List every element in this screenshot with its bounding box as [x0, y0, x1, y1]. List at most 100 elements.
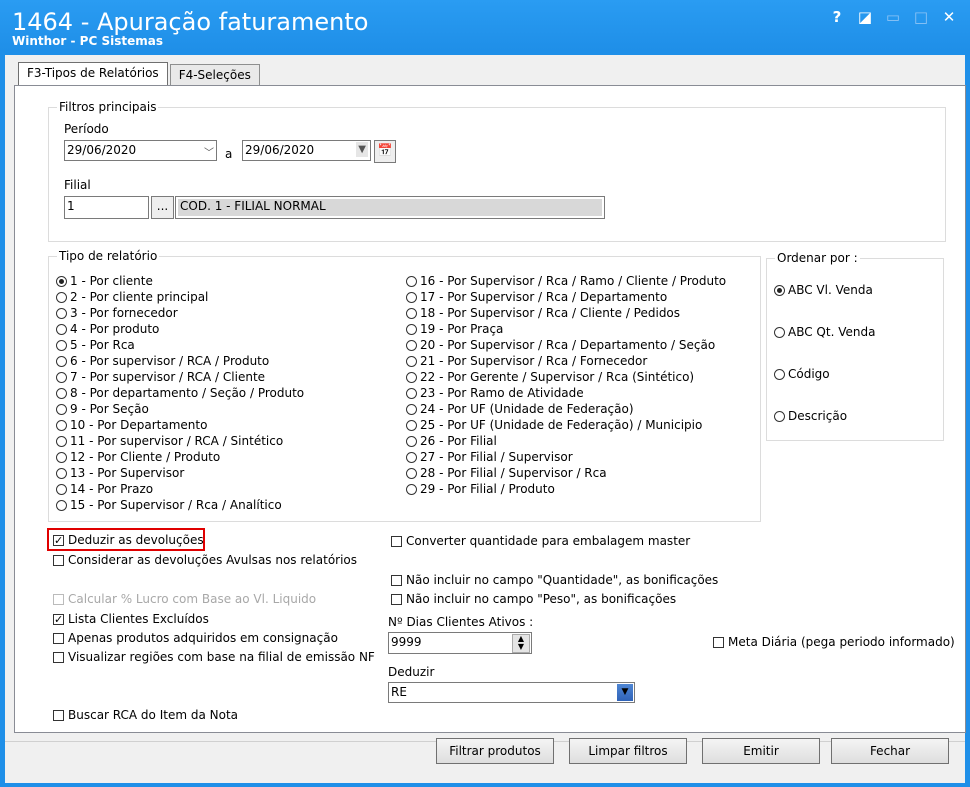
- nao-incluir-qtd-check[interactable]: Não incluir no campo "Quantidade", as bo…: [391, 572, 718, 588]
- help-icon[interactable]: ?: [828, 8, 846, 26]
- chevron-down-icon[interactable]: ﹀: [204, 144, 214, 159]
- radio-option[interactable]: 25 - Por UF (Unidade de Federação) / Mun…: [406, 417, 702, 433]
- calendar-icon[interactable]: 📅: [374, 140, 396, 163]
- radio-label: 15 - Por Supervisor / Rca / Analítico: [70, 498, 282, 512]
- radio-label: 23 - Por Ramo de Atividade: [420, 386, 584, 400]
- considerar-avulsas-check[interactable]: Considerar as devoluções Avulsas nos rel…: [53, 552, 357, 568]
- radio-icon: [56, 419, 67, 431]
- radio-option[interactable]: 20 - Por Supervisor / Rca / Departamento…: [406, 337, 715, 353]
- radio-label: 22 - Por Gerente / Supervisor / Rca (Sin…: [420, 370, 695, 384]
- checkbox-icon: [391, 535, 402, 547]
- radio-option[interactable]: 19 - Por Praça: [406, 321, 503, 337]
- converter-qtd-check[interactable]: Converter quantidade para embalagem mast…: [391, 533, 690, 549]
- radio-option[interactable]: 29 - Por Filial / Produto: [406, 481, 555, 497]
- emitir-button[interactable]: Emitir: [702, 738, 820, 764]
- meta-diaria-check[interactable]: Meta Diária (pega periodo informado): [713, 634, 955, 650]
- limpar-filtros-button[interactable]: Limpar filtros: [569, 738, 687, 764]
- radio-option[interactable]: 8 - Por departamento / Seção / Produto: [56, 385, 304, 401]
- radio-option[interactable]: 17 - Por Supervisor / Rca / Departamento: [406, 289, 667, 305]
- filtros-principais-group: Filtros principais: [48, 100, 946, 242]
- radio-icon: [774, 326, 785, 338]
- apenas-consignacao-check[interactable]: Apenas produtos adquiridos em consignaçã…: [53, 630, 338, 646]
- tab-tipos-relatorios[interactable]: F3-Tipos de Relatórios: [18, 62, 168, 85]
- radio-option[interactable]: Descrição: [774, 408, 847, 424]
- dias-clientes-input[interactable]: 9999 ▲ ▼: [388, 632, 532, 654]
- radio-option[interactable]: 2 - Por cliente principal: [56, 289, 208, 305]
- visualizar-regioes-check[interactable]: Visualizar regiões com base na filial de…: [53, 649, 375, 665]
- radio-icon: [56, 307, 67, 319]
- radio-label: 6 - Por supervisor / RCA / Produto: [70, 354, 270, 368]
- radio-option[interactable]: 3 - Por fornecedor: [56, 305, 178, 321]
- radio-option[interactable]: 16 - Por Supervisor / Rca / Ramo / Clien…: [406, 273, 726, 289]
- radio-option[interactable]: 18 - Por Supervisor / Rca / Cliente / Pe…: [406, 305, 680, 321]
- radio-label: 9 - Por Seção: [70, 402, 149, 416]
- radio-label: 7 - Por supervisor / RCA / Cliente: [70, 370, 266, 384]
- radio-option[interactable]: 24 - Por UF (Unidade de Federação): [406, 401, 634, 417]
- lista-clientes-label: Lista Clientes Excluídos: [68, 612, 209, 626]
- date-from-value: 29/06/2020: [67, 143, 137, 157]
- radio-label: 18 - Por Supervisor / Rca / Cliente / Pe…: [420, 306, 681, 320]
- radio-option[interactable]: 1 - Por cliente: [56, 273, 153, 289]
- radio-icon: [56, 291, 67, 303]
- radio-icon: [406, 451, 417, 463]
- radio-option[interactable]: 27 - Por Filial / Supervisor: [406, 449, 573, 465]
- radio-label: ABC Qt. Venda: [788, 325, 876, 339]
- radio-option[interactable]: 5 - Por Rca: [56, 337, 135, 353]
- radio-option[interactable]: 15 - Por Supervisor / Rca / Analítico: [56, 497, 282, 513]
- filtrar-produtos-button[interactable]: Filtrar produtos: [436, 738, 554, 764]
- checkbox-icon: [53, 651, 64, 663]
- deduzir-devolucoes-check[interactable]: ✓ Deduzir as devoluções: [53, 532, 204, 548]
- radio-option[interactable]: 11 - Por supervisor / RCA / Sintético: [56, 433, 283, 449]
- title-bar: 1464 - Apuração faturamento Winthor - PC…: [0, 0, 970, 50]
- radio-option[interactable]: 26 - Por Filial: [406, 433, 497, 449]
- dropdown-arrow-icon[interactable]: ▼: [617, 684, 633, 701]
- radio-label: 8 - Por departamento / Seção / Produto: [70, 386, 305, 400]
- visualizar-regioes-label: Visualizar regiões com base na filial de…: [68, 650, 375, 664]
- filtros-principais-title: Filtros principais: [57, 100, 159, 114]
- radio-option[interactable]: 12 - Por Cliente / Produto: [56, 449, 220, 465]
- radio-option[interactable]: ABC Qt. Venda: [774, 324, 875, 340]
- maximize-icon[interactable]: □: [912, 8, 930, 26]
- buscar-rca-check[interactable]: Buscar RCA do Item da Nota: [53, 707, 238, 723]
- radio-option[interactable]: 22 - Por Gerente / Supervisor / Rca (Sin…: [406, 369, 694, 385]
- radio-option[interactable]: 13 - Por Supervisor: [56, 465, 184, 481]
- radio-option[interactable]: 6 - Por supervisor / RCA / Produto: [56, 353, 269, 369]
- radio-option[interactable]: 9 - Por Seção: [56, 401, 149, 417]
- radio-icon: [774, 410, 785, 422]
- radio-label: 28 - Por Filial / Supervisor / Rca: [420, 466, 607, 480]
- radio-option[interactable]: 14 - Por Prazo: [56, 481, 153, 497]
- lista-clientes-check[interactable]: ✓ Lista Clientes Excluídos: [53, 611, 209, 627]
- radio-label: 29 - Por Filial / Produto: [420, 482, 555, 496]
- calcular-lucro-check: Calcular % Lucro com Base ao Vl. Liquido: [53, 591, 316, 607]
- filial-code-field[interactable]: 1: [64, 196, 149, 219]
- radio-option[interactable]: 4 - Por produto: [56, 321, 159, 337]
- filial-lookup-button[interactable]: ...: [151, 196, 174, 219]
- deduzir-select[interactable]: RE ▼: [388, 682, 635, 703]
- radio-option[interactable]: Código: [774, 366, 830, 382]
- close-icon[interactable]: ✕: [940, 8, 958, 26]
- window-subtitle: Winthor - PC Sistemas: [12, 34, 163, 48]
- fechar-button[interactable]: Fechar: [831, 738, 949, 764]
- radio-option[interactable]: 7 - Por supervisor / RCA / Cliente: [56, 369, 265, 385]
- restore-icon[interactable]: ◪: [856, 8, 874, 26]
- spinner-icon[interactable]: ▲ ▼: [512, 634, 530, 653]
- radio-icon: [56, 371, 67, 383]
- date-from-field[interactable]: 29/06/2020 ﹀: [64, 140, 217, 161]
- minimize-icon[interactable]: ▭: [884, 8, 902, 26]
- window-title: 1464 - Apuração faturamento: [12, 8, 369, 36]
- radio-icon: [406, 307, 417, 319]
- apenas-consignacao-label: Apenas produtos adquiridos em consignaçã…: [68, 631, 338, 645]
- radio-option[interactable]: 23 - Por Ramo de Atividade: [406, 385, 584, 401]
- date-to-field[interactable]: 29/06/2020 ▼: [242, 140, 371, 161]
- radio-option[interactable]: 21 - Por Supervisor / Rca / Fornecedor: [406, 353, 647, 369]
- filial-name-field: COD. 1 - FILIAL NORMAL: [175, 196, 605, 219]
- radio-selected-icon: [56, 275, 67, 287]
- radio-icon: [406, 291, 417, 303]
- radio-icon: [406, 323, 417, 335]
- radio-option[interactable]: 28 - Por Filial / Supervisor / Rca: [406, 465, 607, 481]
- radio-option[interactable]: 10 - Por Departamento: [56, 417, 207, 433]
- nao-incluir-peso-check[interactable]: Não incluir no campo "Peso", as bonifica…: [391, 591, 676, 607]
- radio-option[interactable]: ABC Vl. Venda: [774, 282, 873, 298]
- dropdown-arrow-icon[interactable]: ▼: [356, 142, 368, 157]
- tab-selecoes[interactable]: F4-Seleções: [169, 64, 260, 85]
